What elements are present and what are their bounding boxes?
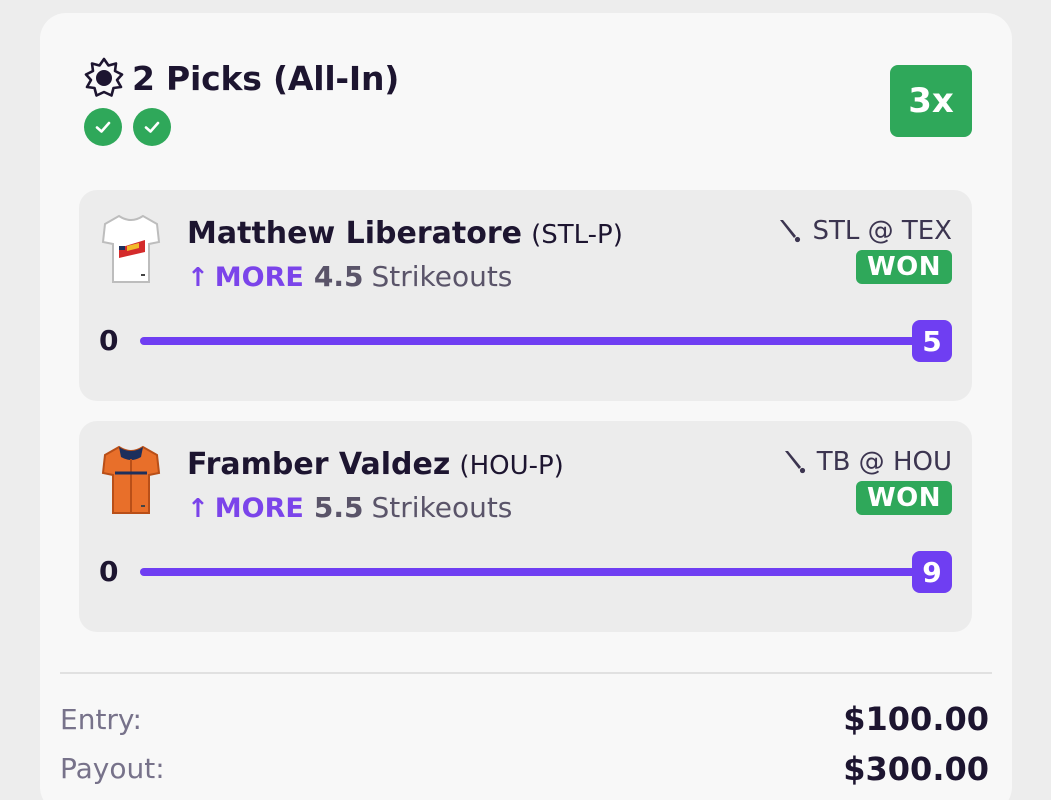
projection-value: 5.5 (313, 491, 364, 524)
entry-card (40, 13, 1012, 800)
player-team: (HOU-P) (459, 451, 564, 481)
entry-value: $100.00 (843, 700, 989, 738)
multiplier-badge: 3x (890, 65, 972, 137)
player-line: Framber Valdez (HOU-P) (187, 447, 564, 482)
matchup-text: STL @ TEX (812, 216, 952, 246)
player-name: Matthew Liberatore (187, 216, 522, 251)
matchup: TB @ HOU (779, 447, 952, 477)
divider (60, 672, 992, 674)
arrow-up-icon: ↑ (187, 263, 209, 293)
projection-value: 4.5 (313, 260, 364, 293)
status-badge: WON (855, 250, 952, 284)
player-name: Framber Valdez (187, 447, 451, 482)
pick-direction: MORE (214, 262, 304, 293)
progress-start: 0 (99, 555, 119, 588)
progress-track (140, 337, 930, 345)
player-line: Matthew Liberatore (STL-P) (187, 216, 623, 251)
payout-value: $300.00 (843, 750, 989, 788)
matchup-text: TB @ HOU (816, 447, 952, 477)
sun-icon (84, 57, 124, 97)
pick-card[interactable]: Framber Valdez (HOU-P) ↑ MORE 5.5 Strike… (79, 421, 972, 632)
bat-icon (784, 451, 805, 474)
progress-track (140, 568, 930, 576)
stat-type: Strikeouts (371, 491, 513, 524)
projection-line: ↑ MORE 4.5 Strikeouts (187, 260, 512, 293)
bat-icon (780, 220, 801, 243)
player-team: (STL-P) (531, 220, 623, 250)
pick-card[interactable]: Matthew Liberatore (STL-P) ↑ MORE 4.5 St… (79, 190, 972, 401)
entry-header: 2 Picks (All-In) (82, 56, 399, 100)
stat-type: Strikeouts (371, 260, 513, 293)
status-badge: WON (855, 481, 952, 515)
pick-results (84, 108, 171, 146)
progress-fill (140, 568, 930, 576)
actual-value: 5 (912, 320, 952, 362)
jersey-icon (101, 445, 161, 514)
payout-label: Payout: (60, 752, 165, 785)
matchup: STL @ TEX (774, 216, 952, 246)
projection-line: ↑ MORE 5.5 Strikeouts (187, 491, 512, 524)
check-icon (84, 108, 122, 146)
pick-direction: MORE (214, 493, 304, 524)
progress-fill (140, 337, 930, 345)
actual-value: 9 (912, 551, 952, 593)
entry-title: 2 Picks (All-In) (132, 58, 400, 98)
entry-label: Entry: (60, 703, 142, 736)
progress-start: 0 (99, 324, 119, 357)
jersey-icon (101, 214, 161, 283)
check-icon (133, 108, 171, 146)
arrow-up-icon: ↑ (187, 494, 209, 524)
